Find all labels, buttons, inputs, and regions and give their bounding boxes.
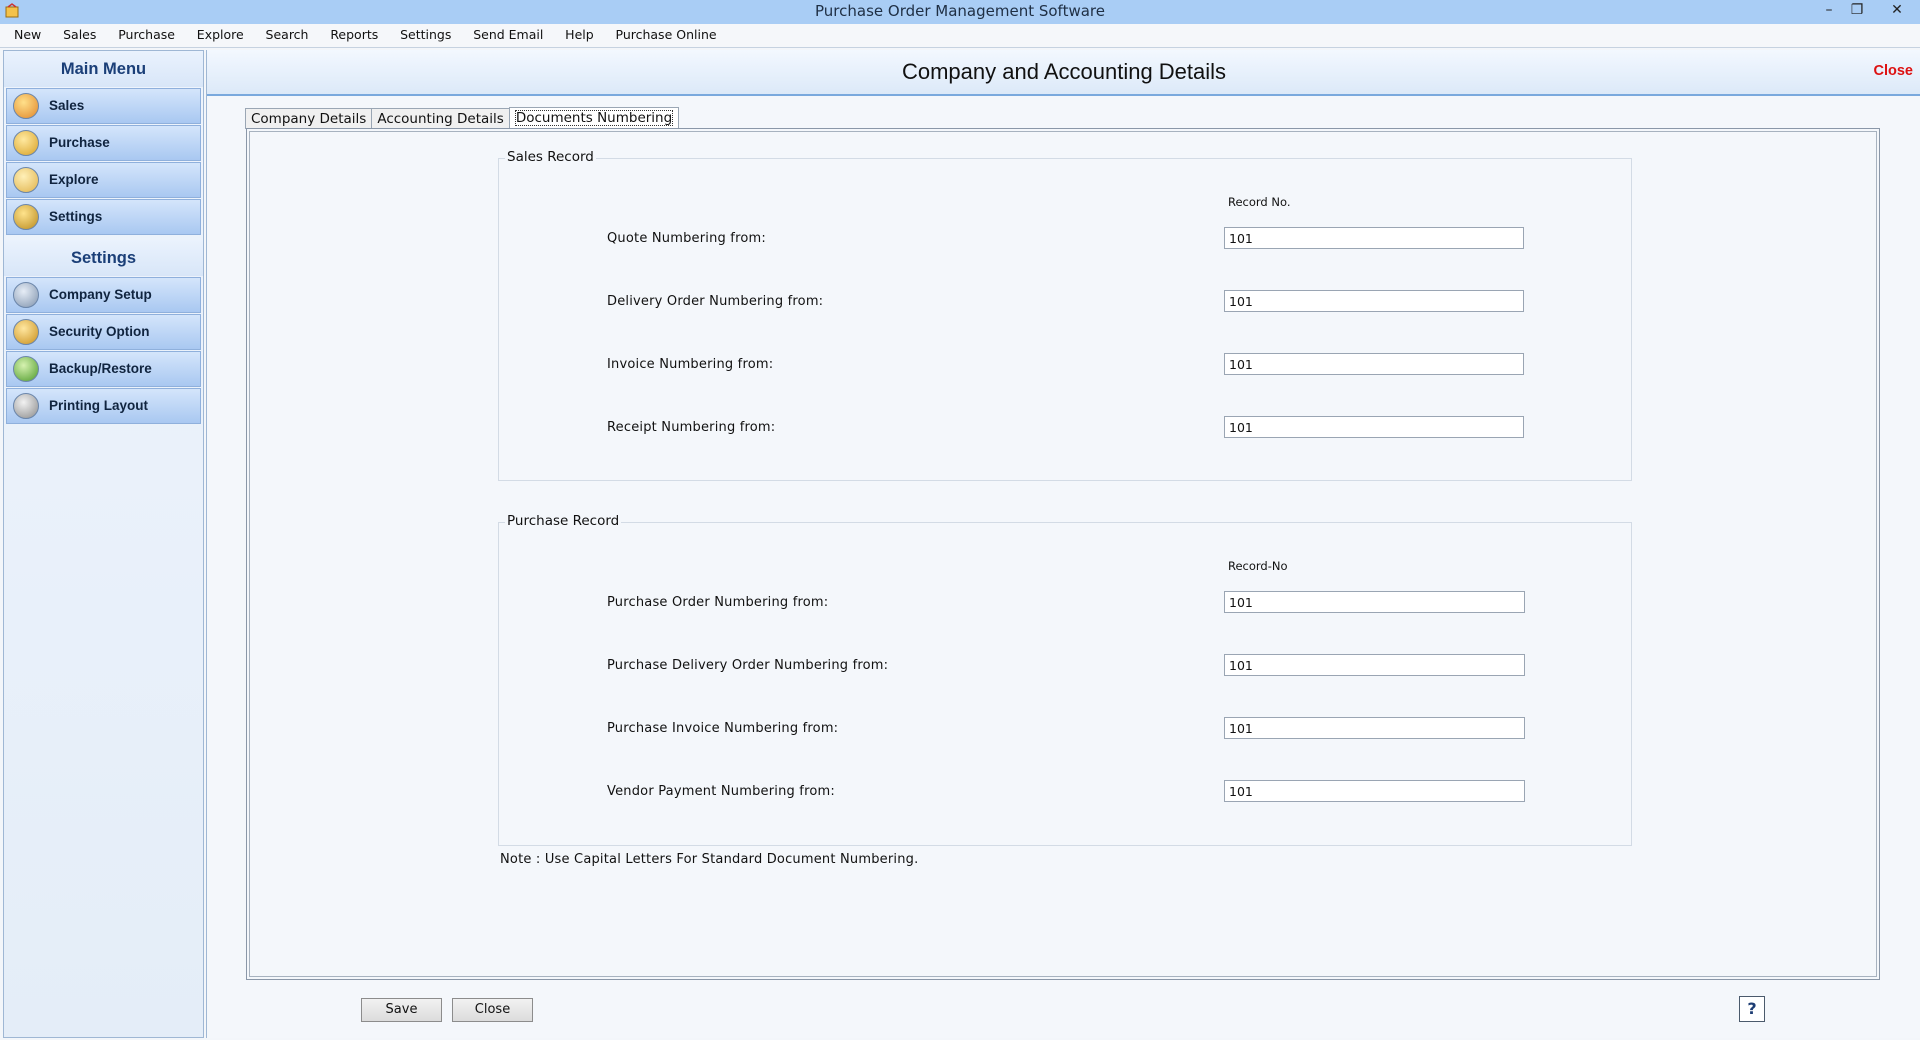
tab-content-frame: Sales Record Record No. Quote Numbering … (246, 128, 1880, 980)
tab-content: Sales Record Record No. Quote Numbering … (249, 131, 1877, 977)
menu-explore[interactable]: Explore (188, 24, 253, 46)
sidebar-item-label: Security Option (49, 324, 150, 339)
main-header: Company and Accounting Details Close (207, 50, 1920, 96)
explore-folder-icon (13, 167, 39, 193)
menu-bar: New Sales Purchase Explore Search Report… (0, 24, 1920, 48)
window-title: Purchase Order Management Software (815, 2, 1105, 20)
menu-new[interactable]: New (0, 24, 50, 46)
main-panel: Company and Accounting Details Close Com… (206, 50, 1920, 1038)
sidebar-item-backup-restore[interactable]: Backup/Restore (6, 351, 201, 387)
delivery-order-numbering-input[interactable] (1224, 290, 1524, 312)
page-title: Company and Accounting Details (901, 59, 1227, 84)
sidebar-item-purchase[interactable]: Purchase (6, 125, 201, 161)
delivery-order-numbering-label: Delivery Order Numbering from: (607, 294, 824, 309)
window-close-button[interactable]: ✕ (1883, 0, 1911, 22)
sidebar-item-printing-layout[interactable]: Printing Layout (6, 388, 201, 424)
numbering-note: Note : Use Capital Letters For Standard … (500, 852, 919, 867)
purchase-record-no-header: Record-No (1228, 559, 1288, 573)
settings-gear-icon (13, 204, 39, 230)
tab-documents-numbering-label: Documents Numbering (514, 110, 674, 126)
sales-chart-icon (13, 93, 39, 119)
sidebar-item-label: Printing Layout (49, 398, 148, 413)
invoice-numbering-input[interactable] (1224, 353, 1524, 375)
tab-company-details[interactable]: Company Details (245, 108, 373, 129)
help-icon[interactable]: ? (1739, 996, 1765, 1022)
sales-record-legend: Sales Record (505, 149, 596, 165)
sidebar-item-label: Purchase (49, 135, 110, 150)
tab-documents-numbering[interactable]: Documents Numbering (508, 107, 680, 130)
menu-send-email[interactable]: Send Email (464, 24, 552, 46)
sidebar-item-label: Sales (49, 98, 85, 113)
sidebar-item-label: Settings (49, 209, 103, 224)
sidebar: Main Menu Sales Purchase Explore Setting… (3, 50, 204, 1038)
sidebar-item-company-setup[interactable]: Company Setup (6, 277, 201, 313)
purchase-record-group: Purchase Record Record-No Purchase Order… (498, 513, 1632, 846)
security-lock-icon (13, 319, 39, 345)
minimize-button[interactable]: – (1815, 0, 1843, 22)
purchase-invoice-numbering-label: Purchase Invoice Numbering from: (607, 721, 839, 736)
sidebar-item-explore[interactable]: Explore (6, 162, 201, 198)
save-button[interactable]: Save (361, 998, 442, 1022)
receipt-numbering-input[interactable] (1224, 416, 1524, 438)
printer-icon (13, 393, 39, 419)
sidebar-item-label: Explore (49, 172, 99, 187)
sidebar-item-settings[interactable]: Settings (6, 199, 201, 235)
menu-help[interactable]: Help (556, 24, 603, 46)
purchase-order-numbering-input[interactable] (1224, 591, 1525, 613)
restore-button[interactable]: ❐ (1843, 0, 1871, 22)
sidebar-item-label: Backup/Restore (49, 361, 152, 376)
invoice-numbering-label: Invoice Numbering from: (607, 357, 774, 372)
company-setup-icon (13, 282, 39, 308)
menu-settings[interactable]: Settings (391, 24, 460, 46)
sidebar-item-label: Company Setup (49, 287, 152, 302)
menu-sales[interactable]: Sales (54, 24, 105, 46)
receipt-numbering-label: Receipt Numbering from: (607, 420, 776, 435)
sales-record-group: Sales Record Record No. Quote Numbering … (498, 149, 1632, 481)
tab-strip: Company Details Accounting Details Documen… (245, 106, 680, 130)
purchase-invoice-numbering-input[interactable] (1224, 717, 1525, 739)
quote-numbering-label: Quote Numbering from: (607, 231, 766, 246)
backup-restore-icon (13, 356, 39, 382)
sidebar-item-sales[interactable]: Sales (6, 88, 201, 124)
settings-header: Settings (4, 240, 203, 276)
sales-record-no-header: Record No. (1228, 195, 1291, 209)
menu-reports[interactable]: Reports (321, 24, 387, 46)
tab-accounting-details[interactable]: Accounting Details (371, 108, 510, 129)
purchase-record-legend: Purchase Record (505, 513, 622, 529)
menu-purchase[interactable]: Purchase (109, 24, 184, 46)
sidebar-item-security-option[interactable]: Security Option (6, 314, 201, 350)
menu-search[interactable]: Search (257, 24, 318, 46)
main-menu-header: Main Menu (4, 51, 203, 87)
close-button[interactable]: Close (452, 998, 533, 1022)
menu-purchase-online[interactable]: Purchase Online (607, 24, 726, 46)
purchase-order-numbering-label: Purchase Order Numbering from: (607, 595, 829, 610)
vendor-payment-numbering-input[interactable] (1224, 780, 1525, 802)
purchase-box-icon (13, 130, 39, 156)
vendor-payment-numbering-label: Vendor Payment Numbering from: (607, 784, 835, 799)
purchase-delivery-order-numbering-input[interactable] (1224, 654, 1525, 676)
quote-numbering-input[interactable] (1224, 227, 1524, 249)
purchase-delivery-order-numbering-label: Purchase Delivery Order Numbering from: (607, 658, 889, 673)
header-close-link[interactable]: Close (1874, 63, 1914, 79)
window-titlebar: Purchase Order Management Software – ❐ ✕ (0, 0, 1920, 25)
